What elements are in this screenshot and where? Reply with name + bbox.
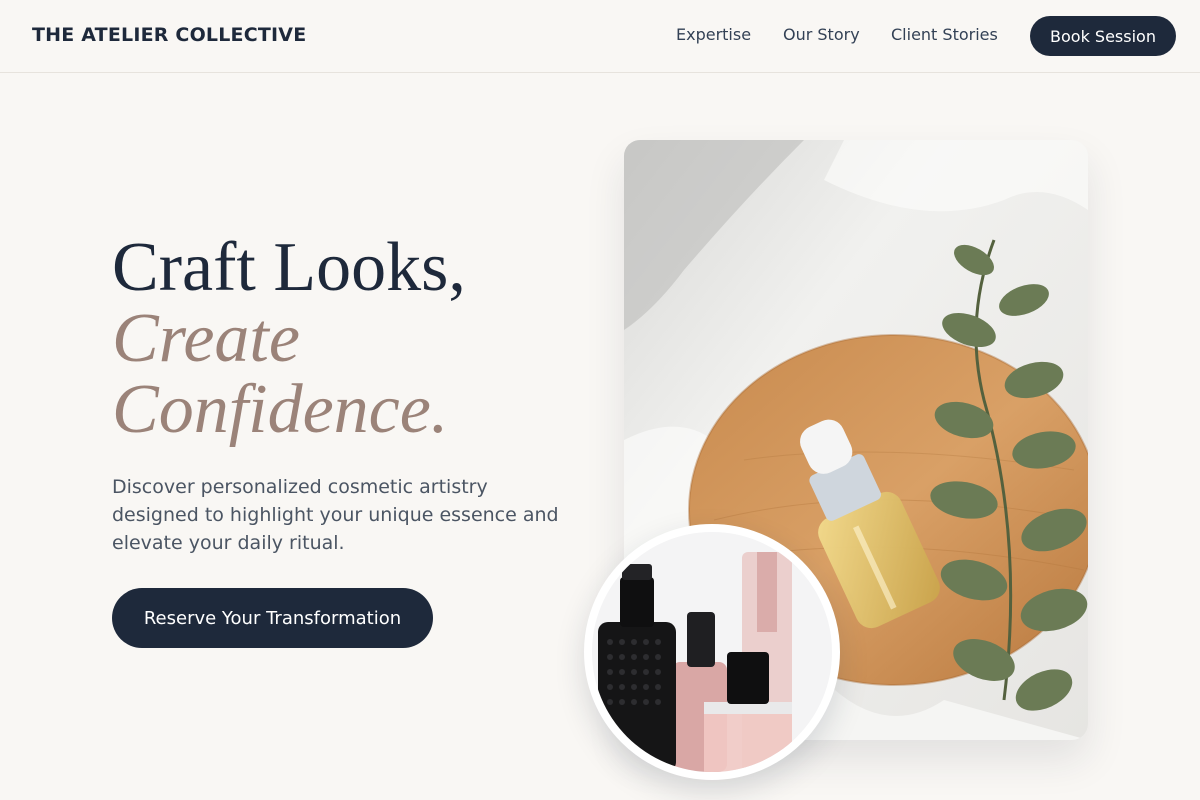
cosmetics-bottles-illustration — [592, 532, 832, 772]
nav-link-our-story[interactable]: Our Story — [783, 25, 860, 44]
reserve-transformation-button[interactable]: Reserve Your Transformation — [112, 588, 433, 648]
headline-line-3: Confidence. — [112, 371, 449, 448]
headline-line-1: Craft Looks, — [112, 229, 466, 306]
nav-link-client-stories[interactable]: Client Stories — [891, 25, 998, 44]
headline-line-2: Create — [112, 300, 300, 377]
nav-link-expertise[interactable]: Expertise — [676, 25, 751, 44]
book-session-button[interactable]: Book Session — [1030, 16, 1176, 56]
brand-logo[interactable]: THE ATELIER COLLECTIVE — [32, 24, 306, 46]
hero-headline: Craft Looks, Create Confidence. — [112, 232, 592, 445]
hero-description: Discover personalized cosmetic artistry … — [112, 476, 559, 554]
site-header: THE ATELIER COLLECTIVE Expertise Our Sto… — [0, 0, 1200, 73]
hero-inset-image — [584, 524, 840, 780]
